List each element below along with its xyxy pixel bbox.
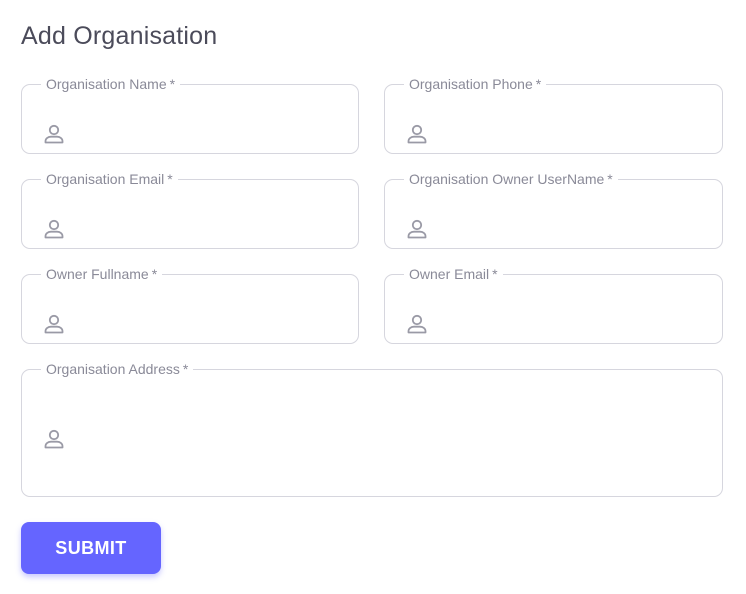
organisation-address-field[interactable]: Organisation Address * — [21, 361, 723, 497]
organisation-owner-username-input[interactable] — [439, 217, 706, 241]
organisation-phone-label: Organisation Phone * — [409, 76, 542, 92]
required-marker: * — [607, 171, 613, 187]
person-icon — [42, 427, 66, 451]
person-icon — [42, 312, 66, 336]
required-marker: * — [151, 266, 158, 282]
organisation-phone-field[interactable]: Organisation Phone * — [384, 76, 723, 154]
organisation-name-label: Organisation Name * — [46, 76, 176, 92]
required-marker: * — [182, 361, 189, 377]
organisation-owner-username-field[interactable]: Organisation Owner UserName * — [384, 171, 723, 249]
organisation-email-input[interactable] — [76, 217, 342, 241]
organisation-email-label: Organisation Email * — [46, 171, 173, 187]
owner-fullname-field[interactable]: Owner Fullname * — [21, 266, 359, 344]
owner-email-label: Owner Email * — [409, 266, 498, 282]
required-marker: * — [492, 266, 498, 282]
submit-button[interactable]: SUBMIT — [21, 522, 161, 574]
person-icon — [42, 122, 66, 146]
organisation-name-field[interactable]: Organisation Name * — [21, 76, 359, 154]
page-title: Add Organisation — [21, 22, 218, 50]
person-icon — [405, 122, 429, 146]
owner-fullname-input[interactable] — [76, 312, 342, 336]
person-icon — [42, 217, 66, 241]
organisation-address-input[interactable] — [76, 427, 706, 451]
organisation-phone-input[interactable] — [439, 122, 706, 146]
owner-email-field[interactable]: Owner Email * — [384, 266, 723, 344]
owner-fullname-label: Owner Fullname * — [46, 266, 158, 282]
person-icon — [405, 312, 429, 336]
required-marker: * — [535, 76, 542, 92]
organisation-name-input[interactable] — [76, 122, 342, 146]
organisation-email-field[interactable]: Organisation Email * — [21, 171, 359, 249]
person-icon — [405, 217, 429, 241]
organisation-address-label: Organisation Address * — [46, 361, 189, 377]
owner-email-input[interactable] — [439, 312, 706, 336]
organisation-owner-username-label: Organisation Owner UserName * — [409, 171, 613, 187]
required-marker: * — [169, 76, 176, 92]
required-marker: * — [167, 171, 173, 187]
